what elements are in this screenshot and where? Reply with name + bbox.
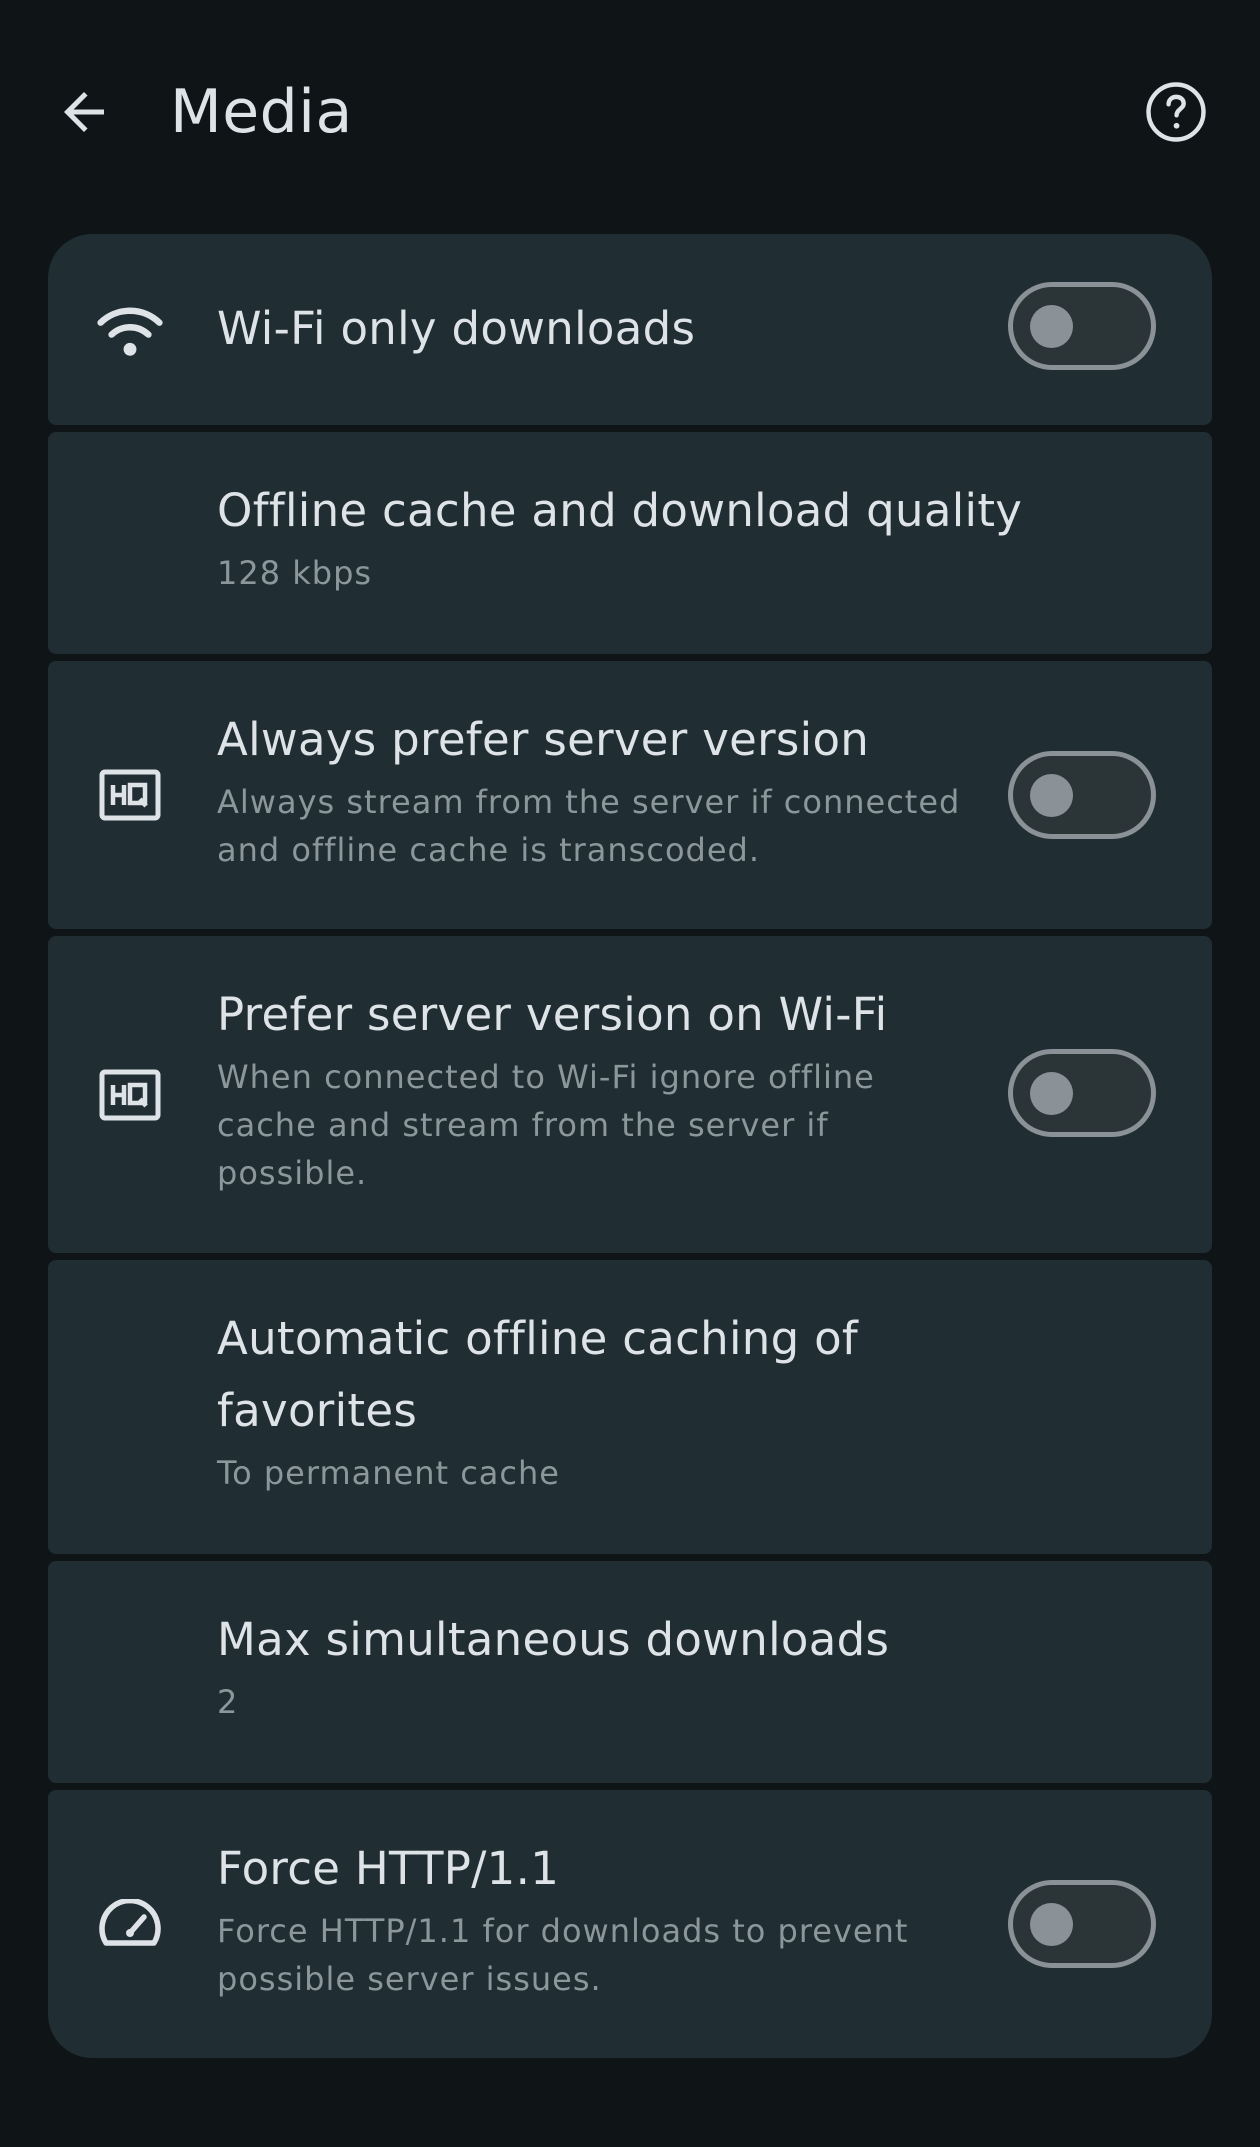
setting-offline-cache-quality[interactable]: Offline cache and download quality 128 k… [48, 432, 1212, 654]
setting-always-prefer-server[interactable]: Always prefer server version Always stre… [48, 661, 1212, 929]
setting-wifi-only-downloads[interactable]: Wi-Fi only downloads [48, 234, 1212, 425]
help-circle-icon [1146, 82, 1206, 142]
setting-description: When connected to Wi-Fi ignore offline c… [217, 1058, 875, 1192]
setting-title: Max simultaneous downloads [217, 1613, 890, 1666]
toggle-knob [1030, 774, 1073, 817]
setting-auto-cache-favorites[interactable]: Automatic offline caching of favorites T… [48, 1260, 1212, 1554]
force-http11-toggle[interactable] [1008, 1880, 1156, 1968]
setting-value: 2 [217, 1683, 239, 1721]
speedometer-icon [96, 1890, 164, 1958]
prefer-server-toggle[interactable] [1008, 751, 1156, 839]
setting-title: Force HTTP/1.1 [217, 1842, 560, 1895]
setting-force-http11[interactable]: Force HTTP/1.1 Force HTTP/1.1 for downlo… [48, 1790, 1212, 2058]
back-button[interactable] [42, 70, 126, 154]
hq-icon [96, 1061, 164, 1129]
hq-icon [96, 761, 164, 829]
setting-max-simultaneous-downloads[interactable]: Max simultaneous downloads 2 [48, 1561, 1212, 1783]
prefer-server-wifi-toggle[interactable] [1008, 1049, 1156, 1137]
help-button[interactable] [1134, 70, 1218, 154]
wifi-only-toggle[interactable] [1008, 282, 1156, 370]
setting-description: Always stream from the server if connect… [217, 783, 961, 869]
setting-title: Wi-Fi only downloads [217, 302, 696, 355]
setting-title: Prefer server version on Wi-Fi [217, 988, 888, 1041]
setting-title: Always prefer server version [217, 713, 870, 766]
toggle-knob [1030, 1072, 1073, 1115]
setting-prefer-server-wifi[interactable]: Prefer server version on Wi-Fi When conn… [48, 936, 1212, 1253]
setting-title: Automatic offline caching of favorites [217, 1312, 859, 1437]
arrow-back-icon [64, 92, 104, 132]
setting-value: 128 kbps [217, 554, 373, 592]
toggle-knob [1030, 305, 1073, 348]
setting-value: To permanent cache [217, 1454, 560, 1492]
setting-title: Offline cache and download quality [217, 484, 1023, 537]
toggle-knob [1030, 1903, 1073, 1946]
setting-description: Force HTTP/1.1 for downloads to prevent … [217, 1912, 909, 1998]
top-app-bar: Media [0, 0, 1260, 225]
page-title: Media [170, 77, 353, 147]
wifi-icon [96, 296, 164, 364]
